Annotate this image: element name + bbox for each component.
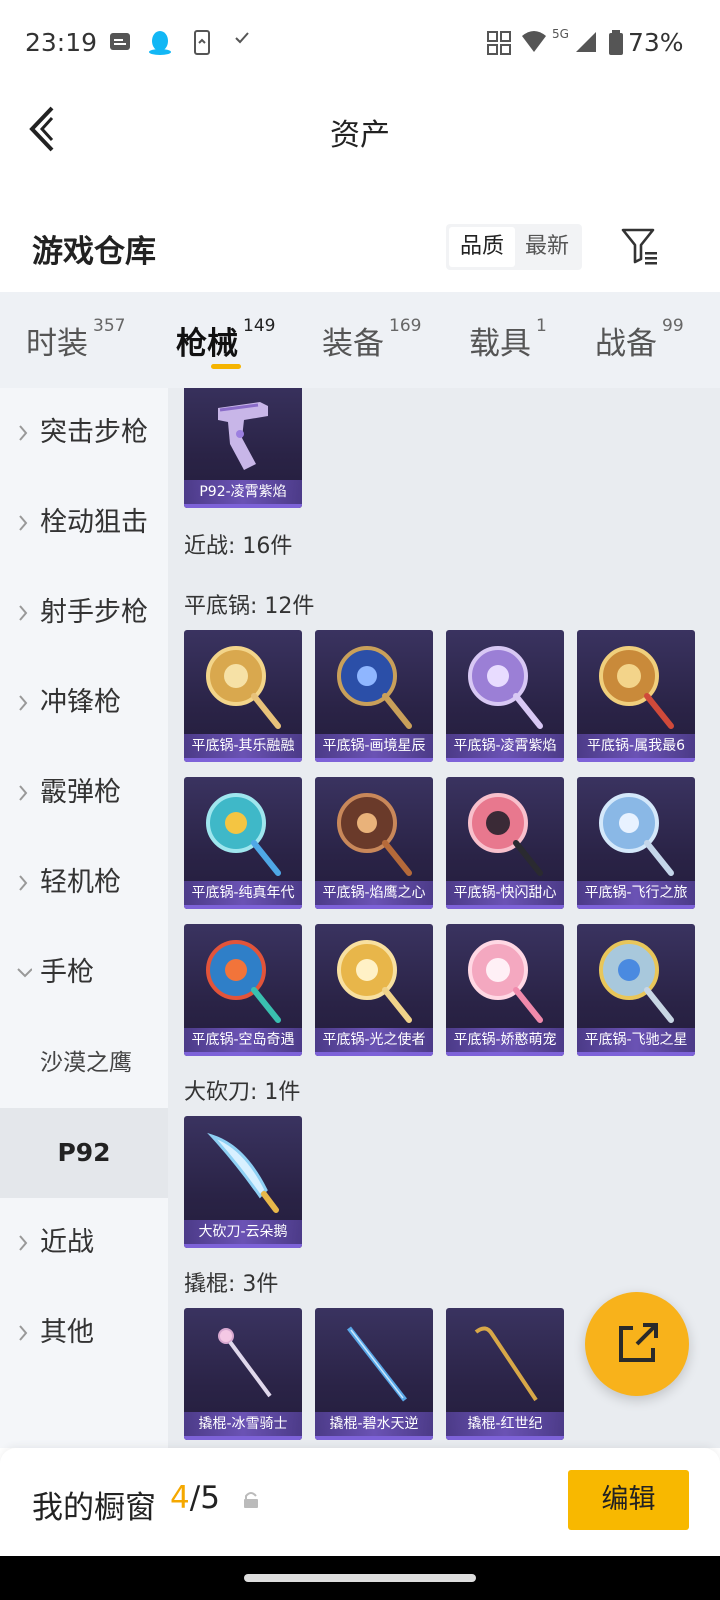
item-card[interactable]: 平底锅-画境星辰 [315,630,433,762]
section-header-crowbar: 撬棍: 3件 [184,1272,279,1297]
tab-equipment[interactable]: 装备 169 [322,316,421,363]
battery-icon [609,30,623,55]
check-icon [235,32,249,44]
status-bar: 23:19 5G 73% [0,0,720,88]
filter-icon[interactable] [620,226,660,266]
tab-firearms[interactable]: 枪械 149 [176,316,275,363]
machete-art [207,1132,279,1213]
sidebar-item-pistol[interactable]: 手枪 [0,928,168,1018]
section-header-melee: 近战: 16件 [184,534,293,559]
crowbar-art [474,1326,538,1402]
item-card[interactable]: 平底锅-空岛奇遇 [184,924,302,1056]
frying-pan-art [337,940,412,1023]
item-card[interactable]: 平底锅-焰鹰之心 [315,777,433,909]
sidebar-subitem-p92[interactable]: P92 [0,1108,168,1198]
status-time: 23:19 [25,28,98,57]
section-header-pan: 平底锅: 12件 [184,594,315,619]
phone-sync-icon [194,30,210,55]
chevron-right-icon [19,875,28,891]
item-card[interactable]: 撬棍-碧水天逆 [315,1308,433,1440]
item-card[interactable]: 撬棍-冰雪骑士 [184,1308,302,1440]
chevron-down-icon [17,968,32,978]
qq-icon [149,31,171,55]
chevron-right-icon [19,1325,28,1341]
item-card[interactable]: 平底锅-其乐融融 [184,630,302,762]
signal-icon [576,32,596,52]
sidebar-subitem-desert-eagle[interactable]: 沙漠之鹰 [0,1018,168,1108]
nfc-icon [487,31,511,55]
share-button[interactable] [585,1292,689,1396]
sort-latest-button[interactable]: 最新 [514,227,580,267]
chevron-right-icon [19,605,28,621]
lock-icon [244,1492,258,1508]
tab-costume[interactable]: 时装 357 [26,316,125,363]
sidebar-item-bolt-sniper[interactable]: 栓动狙击 [0,478,168,568]
frying-pan-art [599,793,674,876]
tab-supplies[interactable]: 战备 99 [595,316,684,363]
sidebar-item-shotgun[interactable]: 霰弹枪 [0,748,168,838]
sort-quality-button[interactable]: 品质 [449,227,515,267]
frying-pan-art [599,646,674,729]
frying-pan-art [206,793,281,876]
edit-button[interactable]: 编辑 [568,1470,689,1530]
crowbar-art [218,1328,272,1398]
network-label: 5G [552,27,569,41]
item-card[interactable]: 大砍刀-云朵鹅 [184,1116,302,1248]
frying-pan-art [599,940,674,1023]
frying-pan-art [468,940,543,1023]
chevron-right-icon [19,1235,28,1251]
chevron-right-icon [19,785,28,801]
home-gesture-bar[interactable] [244,1574,476,1582]
message-icon [110,33,130,50]
item-card[interactable]: 平底锅-凌霄紫焰 [446,630,564,762]
battery-level: 73% [628,28,684,57]
sidebar-item-marksman-rifle[interactable]: 射手步枪 [0,568,168,658]
item-card[interactable]: P92-凌霄紫焰 [184,388,302,508]
tab-vehicle[interactable]: 载具 1 [469,316,547,363]
sort-toggle: 品质 最新 [446,224,582,270]
frying-pan-art [206,646,281,729]
chevron-right-icon [19,515,28,531]
item-card[interactable]: 平底锅-光之使者 [315,924,433,1056]
sidebar-item-assault-rifle[interactable]: 突击步枪 [0,388,168,478]
frying-pan-art [468,646,543,729]
sidebar-item-smg[interactable]: 冲锋枪 [0,658,168,748]
sidebar-item-melee[interactable]: 近战 [0,1198,168,1288]
item-card[interactable]: 平底锅-娇憨萌宠 [446,924,564,1056]
item-card[interactable]: 平底锅-飞行之旅 [577,777,695,909]
frying-pan-art [337,793,412,876]
item-grid-area[interactable]: P92-凌霄紫焰 近战: 16件 平底锅: 12件 平底锅-其乐融融 平底锅-画… [168,388,720,1448]
frying-pan-art [206,940,281,1023]
chevron-right-icon [19,425,28,441]
wifi-icon [522,31,546,52]
chevron-right-icon [19,695,28,711]
frying-pan-art [337,646,412,729]
item-card[interactable]: 平底锅-纯真年代 [184,777,302,909]
share-icon [619,1323,658,1362]
weapon-category-sidebar: 突击步枪 栓动狙击 射手步枪 冲锋枪 霰弹枪 轻机枪 手枪 沙漠之鹰 P92 近… [0,388,168,1448]
category-tabs: 时装 357 枪械 149 装备 169 载具 1 战备 99 [0,292,720,388]
sidebar-item-other[interactable]: 其他 [0,1288,168,1378]
system-nav-bar [0,1556,720,1600]
warehouse-title: 游戏仓库 [32,234,156,270]
pistol-art [218,402,268,470]
showcase-count: 4/5 [170,1480,220,1516]
crowbar-art [347,1326,407,1402]
showcase-label: 我的橱窗 [32,1490,156,1526]
item-card[interactable]: 平底锅-飞驰之星 [577,924,695,1056]
frying-pan-art [468,793,543,876]
page-title: 资产 [330,118,390,153]
showcase-bar: 我的橱窗 4/5 编辑 [0,1448,720,1556]
item-card[interactable]: 平底锅-属我最6 [577,630,695,762]
sidebar-item-lmg[interactable]: 轻机枪 [0,838,168,928]
item-card[interactable]: 撬棍-红世纪 [446,1308,564,1440]
section-header-machete: 大砍刀: 1件 [184,1080,301,1105]
item-card[interactable]: 平底锅-快闪甜心 [446,777,564,909]
tab-indicator [211,364,241,369]
